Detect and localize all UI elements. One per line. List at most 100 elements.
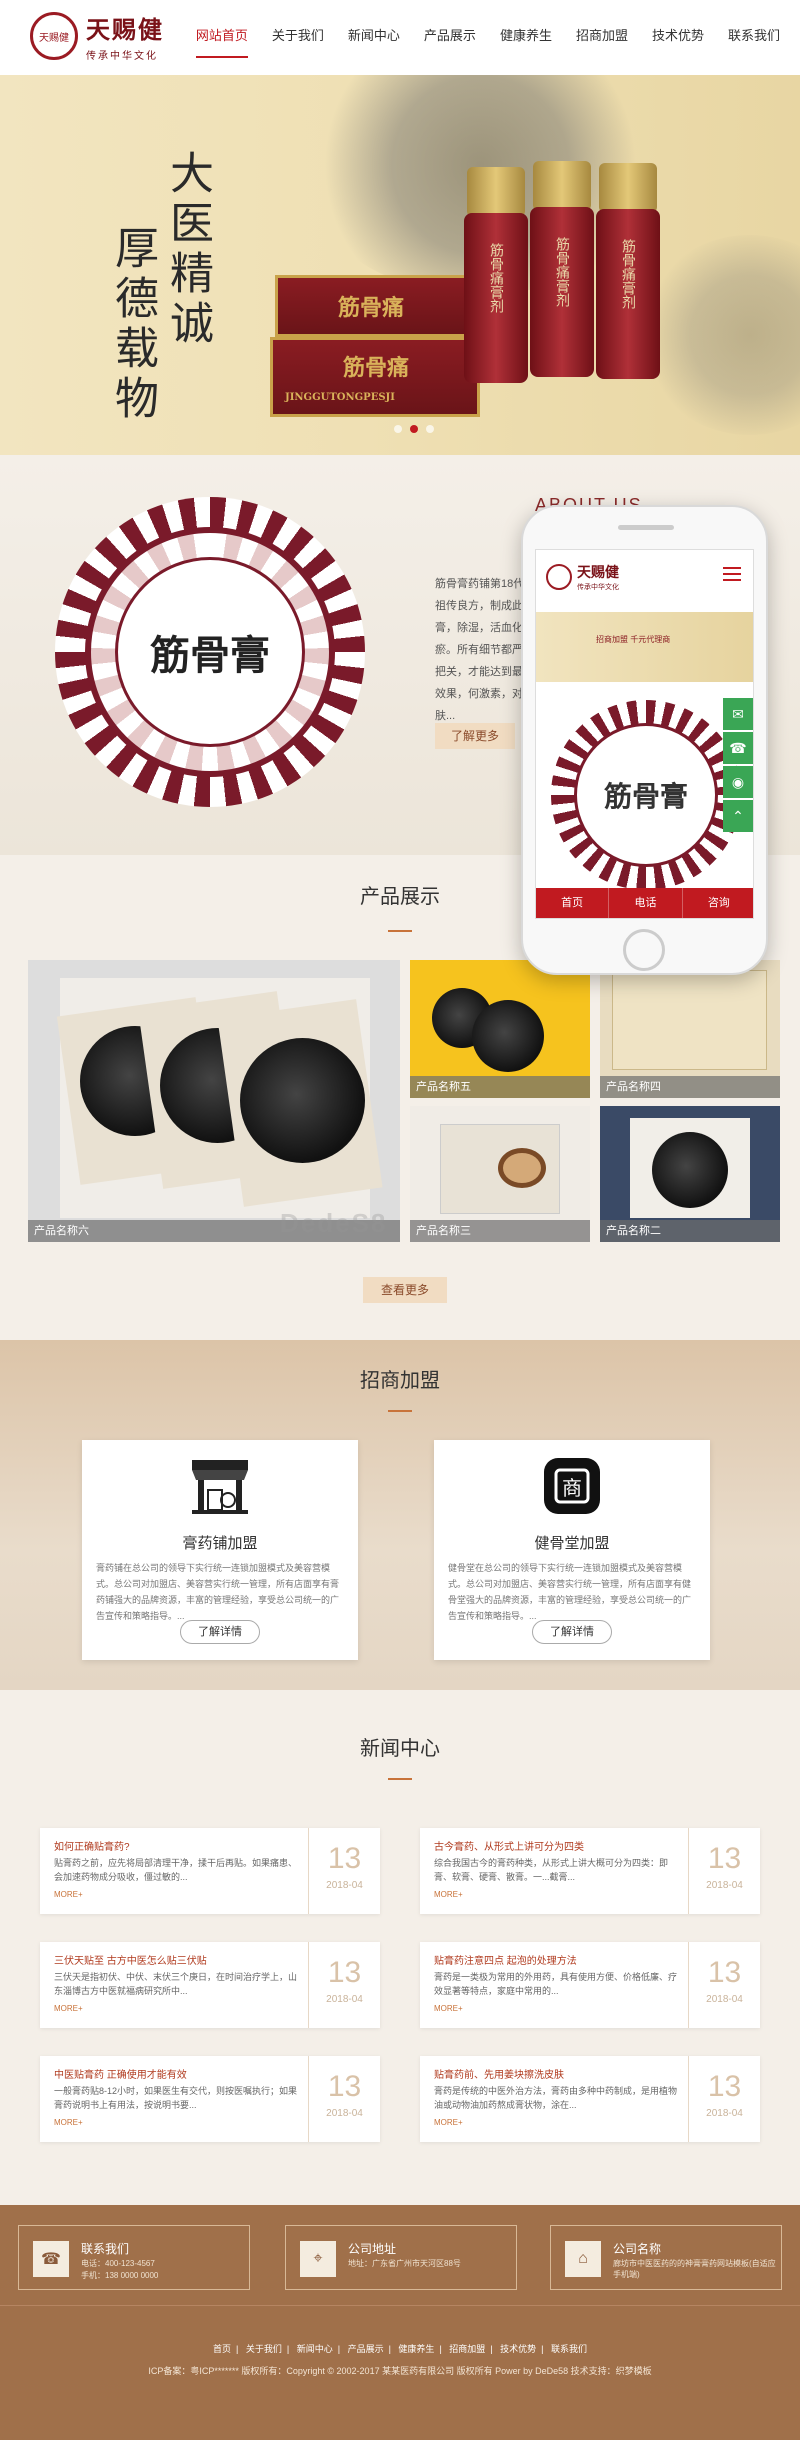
wechat-icon[interactable]: ◉ [723, 766, 753, 798]
logo[interactable]: 天赐健 天赐健 传承中华文化 [30, 10, 164, 62]
franchise-title: 招商加盟 [360, 1370, 440, 1392]
news-day: 13 [327, 1842, 362, 1875]
product-card[interactable]: 产品名称四 [600, 960, 780, 1098]
news-more-link[interactable]: MORE+ [54, 2004, 83, 2013]
nav-item-franchise[interactable]: 招商加盟 [576, 25, 628, 58]
franchise-details-button[interactable]: 了解详情 [532, 1620, 612, 1644]
footer-link[interactable]: 招商加盟 [449, 2344, 485, 2354]
site-header: 天赐健 天赐健 传承中华文化 网站首页 关于我们 新闻中心 产品展示 健康养生 … [0, 0, 800, 75]
news-card[interactable]: 如何正确贴膏药? 贴膏药之前，应先将局部清理干净，揉干后再贴。如果痛患、会加速药… [40, 1828, 380, 1914]
patch [472, 1000, 544, 1072]
product-card[interactable]: 产品名称三 [410, 1106, 590, 1242]
banner-dot-active[interactable] [410, 425, 418, 433]
hamburger-menu-icon[interactable] [723, 567, 741, 581]
logo-seal-text: 天赐健 [39, 32, 69, 44]
chat-icon[interactable]: ✉ [723, 698, 753, 730]
news-title-link[interactable]: 古今膏药、从形式上讲可分为四类 [434, 1838, 674, 1853]
franchise-card-title: 膏药铺加盟 [182, 1535, 258, 1552]
box-sublabel: JINGGUTONGPESJI [285, 392, 395, 403]
news-title-link[interactable]: 贴膏药前、先用姜块擦洗皮肤 [434, 2066, 674, 2081]
news-more-link[interactable]: MORE+ [434, 1890, 463, 1899]
banner-slogan-right: 大医精诚 [162, 150, 213, 350]
bottle-cap [599, 163, 657, 213]
nav-item-tech[interactable]: 技术优势 [652, 25, 704, 58]
phone-icon: ☎ [33, 2241, 69, 2277]
contact-title: 联系我们 [81, 2242, 130, 2256]
nav-item-about[interactable]: 关于我们 [272, 25, 324, 58]
news-desc: 一般膏药贴8-12小时，如果医生有交代，则按医嘱执行；如果膏药说明书上有用法，按… [54, 2086, 298, 2110]
phone-icon[interactable]: ☎ [723, 732, 753, 764]
footer-link[interactable]: 首页 [213, 2344, 231, 2354]
mobile-logo[interactable]: 天赐健 传承中华文化 [546, 562, 619, 592]
franchise-details-button[interactable]: 了解详情 [180, 1620, 260, 1644]
about-more-button[interactable]: 了解更多 [435, 723, 515, 749]
news-card[interactable]: 中医贴膏药 正确使用才能有效 一般膏药贴8-12小时，如果医生有交代，则按医嘱执… [40, 2056, 380, 2142]
nav-item-news[interactable]: 新闻中心 [348, 25, 400, 58]
mobile-tab-phone[interactable]: 电话 [609, 888, 683, 918]
product-box-top: 筋骨痛 [275, 275, 475, 337]
nav-item-health[interactable]: 健康养生 [500, 25, 552, 58]
news-date: 13 2018-04 [308, 2056, 380, 2142]
news-date: 13 2018-04 [688, 1942, 760, 2028]
phone-screen: 天赐健 传承中华文化 招商加盟 千元代理商 筋骨膏 ✉ ☎ ◉ ⌃ 首页 电话 … [535, 549, 754, 919]
home-icon: ⌂ [565, 2241, 601, 2277]
banner-pagination [390, 425, 438, 433]
franchise-card-title: 健骨堂加盟 [534, 1535, 610, 1552]
mobile-logo-name: 天赐健 [577, 565, 619, 581]
bottle-label: 筋骨痛膏剂 [620, 239, 636, 309]
franchise-card: 商 健骨堂加盟 健骨堂在总公司的领导下实行统一连锁加盟模式及美容营模式。总公司对… [434, 1440, 710, 1660]
product-card[interactable]: 产品名称五 [410, 960, 590, 1098]
main-nav: 网站首页 关于我们 新闻中心 产品展示 健康养生 招商加盟 技术优势 联系我们 [172, 25, 780, 58]
site-footer: 首页 | 关于我们 | 新闻中心 | 产品展示 | 健康养生 | 招商加盟 | 技术优势 | … [0, 2305, 800, 2440]
news-section: 新闻中心 如何正确贴膏药? 贴膏药之前，应先将局部清理干净，揉干后再贴。如果痛患… [0, 1690, 800, 2205]
mobile-banner[interactable]: 招商加盟 千元代理商 [536, 612, 753, 682]
copyright: ICP备案：粤ICP******* 版权所有：Copyright © 2002-… [148, 2366, 652, 2376]
nav-item-home[interactable]: 网站首页 [195, 25, 248, 58]
news-desc: 三伏天是指初伏、中伏、末伏三个庚日，在时间治疗学上，山东淄博古方中医就福病研究所… [54, 1972, 298, 1996]
about-text: 筋骨膏药铺第18代祖传良方，制成此膏，除湿，活血化瘀。所有细节都严格把关，才能达… [435, 578, 534, 722]
contact-title: 公司名称 [613, 2242, 662, 2256]
news-title-link[interactable]: 如何正确贴膏药? [54, 1838, 294, 1853]
mobile-tab-consult[interactable]: 咨询 [683, 888, 753, 918]
mobile-tab-home[interactable]: 首页 [536, 888, 610, 918]
nav-item-products[interactable]: 产品展示 [424, 25, 476, 58]
products-more-button[interactable]: 查看更多 [363, 1277, 447, 1303]
footer-link[interactable]: 技术优势 [500, 2344, 536, 2354]
news-title-link[interactable]: 三伏天贴至 古方中医怎么贴三伏贴 [54, 1952, 294, 1967]
footer-link[interactable]: 新闻中心 [297, 2344, 333, 2354]
franchise-card-text: 膏药铺在总公司的领导下实行统一连锁加盟模式及美容营模式。总公司对加盟店、美容营实… [96, 1563, 340, 1621]
news-title-link[interactable]: 贴膏药注意四点 起泡的处理方法 [434, 1952, 674, 1967]
hero-banner[interactable]: 大医精诚 厚德载物 筋骨痛 筋骨痛 JINGGUTONGPESJI 筋骨痛膏剂 … [0, 75, 800, 455]
top-icon[interactable]: ⌃ [723, 800, 753, 832]
bottle-label: 筋骨痛膏剂 [488, 243, 504, 313]
news-card[interactable]: 贴膏药前、先用姜块擦洗皮肤 膏药是传统的中医外治方法，膏药由多种中药制成，是用植… [420, 2056, 760, 2142]
news-date: 13 2018-04 [688, 2056, 760, 2142]
footer-link[interactable]: 联系我们 [551, 2344, 587, 2354]
box-label: 筋骨痛 [343, 355, 410, 381]
news-more-link[interactable]: MORE+ [54, 1890, 83, 1899]
news-more-link[interactable]: MORE+ [54, 2118, 83, 2127]
news-card[interactable]: 贴膏药注意四点 起泡的处理方法 膏药是一类极为常用的外用药，具有使用方便、价格低… [420, 1942, 760, 2028]
news-day: 13 [327, 1956, 362, 1989]
patch [652, 1132, 728, 1208]
news-more-link[interactable]: MORE+ [434, 2004, 463, 2013]
news-card[interactable]: 三伏天贴至 古方中医怎么贴三伏贴 三伏天是指初伏、中伏、末伏三个庚日，在时间治疗… [40, 1942, 380, 2028]
product-caption: 产品名称三 [410, 1220, 590, 1242]
footer-link[interactable]: 健康养生 [398, 2344, 434, 2354]
footer-link[interactable]: 产品展示 [348, 2344, 384, 2354]
patch [240, 1038, 365, 1163]
title-underline [388, 1410, 412, 1412]
footer-link[interactable]: 关于我们 [246, 2344, 282, 2354]
news-card[interactable]: 古今膏药、从形式上讲可分为四类 综合我国古今的膏药种类，从形式上讲大概可分为四类… [420, 1828, 760, 1914]
news-date: 13 2018-04 [308, 1942, 380, 2028]
nav-item-contact[interactable]: 联系我们 [728, 25, 780, 58]
news-more-link[interactable]: MORE+ [434, 2118, 463, 2127]
product-card-large[interactable]: 产品名称六 [28, 960, 400, 1242]
banner-dot[interactable] [426, 425, 434, 433]
banner-dot[interactable] [394, 425, 402, 433]
contact-line: 廊坊市中医医药的的神膏膏药网站模板(自适应手机端) [613, 2259, 776, 2279]
product-card[interactable]: 产品名称二 [600, 1106, 780, 1242]
watermark: DedeS8 [280, 1208, 388, 1238]
news-date: 13 2018-04 [688, 1828, 760, 1914]
news-title-link[interactable]: 中医贴膏药 正确使用才能有效 [54, 2066, 294, 2081]
